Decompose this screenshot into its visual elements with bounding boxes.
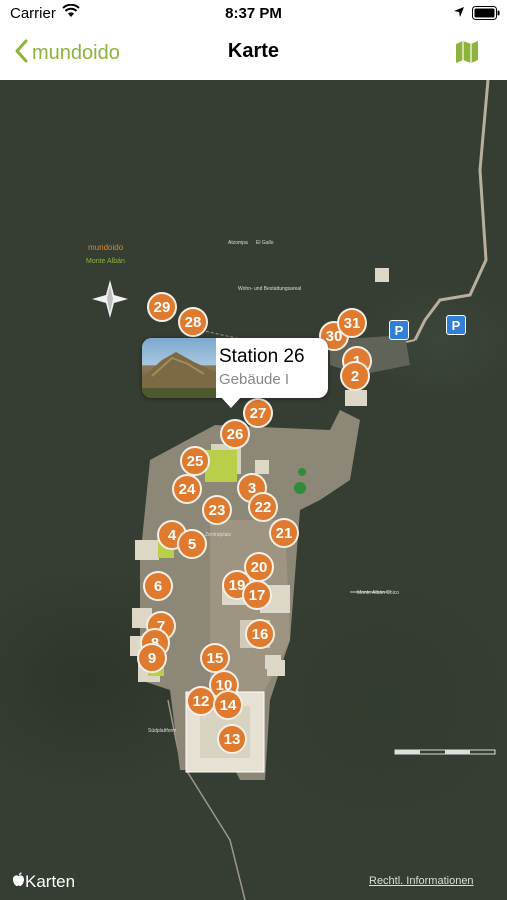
station-pin[interactable]: 24 <box>172 474 202 504</box>
station-pin[interactable]: 14 <box>213 690 243 720</box>
brand-name-label: mundoido <box>88 243 124 252</box>
callout-subtitle: Gebäude I <box>219 371 290 388</box>
brand-place-label: Monte Albán <box>86 258 125 265</box>
station-pin[interactable]: 12 <box>186 686 216 716</box>
map-label: Wohn- und Bestattungsareal <box>238 286 302 292</box>
station-pin[interactable]: 23 <box>202 495 232 525</box>
station-callout[interactable]: Station 26 Gebäude I <box>142 338 328 408</box>
apple-logo-icon <box>12 872 25 892</box>
map-label: El Gallo <box>256 240 274 246</box>
station-pin[interactable]: 27 <box>243 398 273 428</box>
station-pin[interactable]: 31 <box>337 308 367 338</box>
callout-tail <box>220 396 242 408</box>
station-thumbnail <box>142 338 216 398</box>
station-pin[interactable]: 17 <box>242 580 272 610</box>
map-type-button[interactable] <box>455 40 479 69</box>
station-pin[interactable]: 15 <box>200 643 230 673</box>
folded-map-icon <box>455 41 479 68</box>
map-label: Atzompa <box>228 240 248 246</box>
map-label: Monte Albán Chico <box>357 590 399 596</box>
status-bar: Carrier 8:37 PM <box>0 0 507 28</box>
station-pin[interactable]: 25 <box>180 446 210 476</box>
attribution-label: Karten <box>25 872 76 891</box>
map-view[interactable]: mundoido Monte Albán Atzompa El Gallo Wo… <box>0 80 507 900</box>
station-pin[interactable]: 21 <box>269 518 299 548</box>
navigation-bar: mundoido Karte <box>0 28 507 81</box>
station-pin[interactable]: 5 <box>177 529 207 559</box>
parking-icon[interactable]: P <box>389 320 409 340</box>
callout-title: Station 26 <box>219 346 305 367</box>
station-pin[interactable]: 6 <box>143 571 173 601</box>
map-label: Südplattform <box>148 728 177 734</box>
map-label: Zentralplatz <box>205 532 232 538</box>
station-pin[interactable]: 2 <box>340 361 370 391</box>
station-pin[interactable]: 9 <box>137 643 167 673</box>
page-title: Karte <box>227 40 280 62</box>
location-arrow-icon <box>453 5 465 23</box>
station-pin[interactable]: 28 <box>178 307 208 337</box>
station-pin[interactable]: 22 <box>248 492 278 522</box>
parking-icon[interactable]: P <box>446 315 466 335</box>
scale-bar <box>394 749 496 755</box>
station-pin[interactable]: 16 <box>245 619 275 649</box>
maps-attribution: Karten <box>12 872 75 892</box>
legal-info-link[interactable]: Rechtl. Informationen <box>369 875 474 887</box>
status-time: 8:37 PM <box>225 5 282 22</box>
station-pin[interactable]: 26 <box>220 419 250 449</box>
station-pin[interactable]: 13 <box>217 724 247 754</box>
battery-icon <box>472 6 500 25</box>
station-pin[interactable]: 29 <box>147 292 177 322</box>
